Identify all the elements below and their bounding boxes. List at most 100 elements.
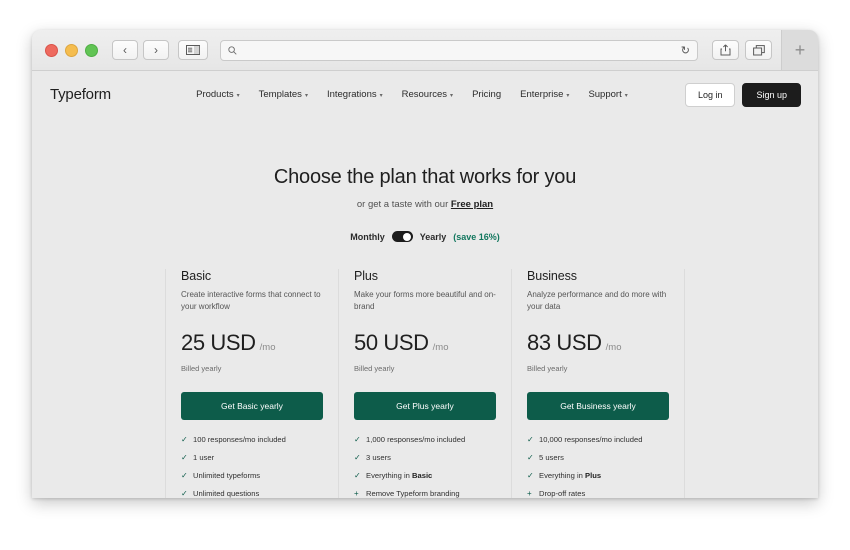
screenshot-root: ‹ › ↻ + Typeform Products ▾ Templates ▾ … [0, 0, 850, 550]
feature-text-bold: Basic [412, 471, 433, 481]
chevron-down-icon: ▾ [450, 93, 454, 99]
signup-button[interactable]: Sign up [742, 82, 801, 107]
plan-price: 50 USD [354, 330, 429, 356]
nav-item-enterprise[interactable]: Enterprise ▾ [520, 89, 569, 100]
feature-text: 100 responses/mo included [193, 435, 286, 445]
check-icon: ✓ [181, 471, 188, 481]
nav-label: Pricing [472, 89, 502, 100]
window-controls [45, 43, 98, 57]
plus-icon: + [354, 489, 359, 498]
plan-card-business: Business Analyze performance and do more… [512, 269, 685, 498]
navigation-buttons: ‹ › [112, 40, 169, 60]
plan-period: /mo [259, 342, 276, 354]
nav-item-resources[interactable]: Resources ▾ [402, 89, 453, 100]
feature-text: Everything in Plus [539, 471, 601, 480]
feature-text: Remove Typeform branding [366, 489, 460, 498]
plan-card-plus: Plus Make your forms more beautiful and … [339, 269, 512, 498]
feature-text: 1 user [193, 453, 215, 463]
plan-description: Create interactive forms that connect to… [181, 290, 321, 311]
nav-label: Products [196, 89, 234, 100]
plan-cta-button[interactable]: Get Plus yearly [354, 392, 496, 421]
list-item: ✓ Unlimited typeforms [181, 471, 323, 481]
list-item: ✓ 10,000 responses/mo included [527, 435, 669, 445]
plan-price-row: 50 USD /mo [354, 330, 496, 356]
plan-name: Plus [354, 269, 378, 283]
plan-cta-button[interactable]: Get Business yearly [527, 392, 669, 421]
sidebar-icon [186, 45, 200, 55]
check-icon: ✓ [527, 435, 534, 445]
pricing-plans: Basic Create interactive forms that conn… [32, 269, 818, 498]
plan-feature-list: ✓ 1,000 responses/mo included ✓ 3 users … [354, 435, 496, 498]
billing-toggle-switch[interactable] [391, 231, 413, 242]
toggle-knob [403, 232, 412, 241]
address-bar[interactable]: ↻ [220, 39, 698, 61]
nav-item-pricing[interactable]: Pricing [472, 89, 501, 100]
plus-icon: + [794, 39, 806, 60]
new-tab-button[interactable]: + [781, 30, 818, 70]
check-icon: ✓ [181, 435, 188, 445]
feature-text: Unlimited typeforms [193, 471, 261, 481]
plan-price-row: 25 USD /mo [181, 330, 323, 356]
sidebar-toggle-button[interactable] [178, 40, 208, 60]
list-item: ✓ 100 responses/mo included [181, 435, 323, 445]
tab-overview-icon [752, 44, 765, 55]
feature-text: 1,000 responses/mo included [366, 435, 466, 445]
tab-overview-button[interactable] [745, 40, 772, 60]
nav-label: Support [588, 89, 622, 100]
chevron-down-icon: ▾ [624, 93, 628, 99]
check-icon: ✓ [527, 453, 534, 463]
feature-text-bold: Plus [585, 471, 602, 481]
plan-cta-button[interactable]: Get Basic yearly [181, 392, 323, 421]
chevron-left-icon: ‹ [123, 43, 127, 57]
list-item: ✓ 1,000 responses/mo included [354, 435, 496, 445]
hero-subtitle-text: or get a taste with our [356, 199, 451, 210]
nav-item-templates[interactable]: Templates ▾ [259, 89, 308, 100]
minimize-window-button[interactable] [65, 43, 78, 57]
address-input[interactable] [243, 44, 681, 56]
plan-description: Analyze performance and do more with you… [527, 290, 667, 311]
nav-item-integrations[interactable]: Integrations ▾ [327, 89, 383, 100]
typeform-logo[interactable]: Typeform [50, 86, 111, 103]
share-icon [720, 44, 731, 56]
list-item: ✓ 5 users [527, 453, 669, 463]
page-content: Typeform Products ▾ Templates ▾ Integrat… [32, 71, 818, 498]
hero-subtitle: or get a taste with our Free plan [32, 199, 818, 210]
chevron-down-icon: ▾ [379, 93, 383, 99]
share-button[interactable] [712, 40, 739, 60]
chevron-down-icon: ▾ [566, 93, 570, 99]
plan-feature-list: ✓ 10,000 responses/mo included ✓ 5 users… [527, 435, 669, 498]
feature-text: 10,000 responses/mo included [539, 435, 643, 445]
free-plan-link[interactable]: Free plan [451, 199, 493, 210]
reload-icon[interactable]: ↻ [681, 44, 690, 57]
billing-yearly-label[interactable]: Yearly [420, 232, 447, 242]
plan-price: 83 USD [527, 330, 602, 356]
login-button[interactable]: Log in [684, 82, 736, 107]
feature-text: 5 users [539, 453, 564, 463]
list-item: ✓ Unlimited questions [181, 489, 323, 498]
plus-icon: + [527, 489, 532, 498]
list-item: ✓ Everything in Basic [354, 471, 496, 481]
feature-text: 3 users [366, 453, 391, 463]
list-item: + Remove Typeform branding [354, 489, 496, 498]
back-button[interactable]: ‹ [112, 40, 138, 60]
nav-item-products[interactable]: Products ▾ [196, 89, 240, 100]
list-item: ✓ 1 user [181, 453, 323, 463]
site-header: Typeform Products ▾ Templates ▾ Integrat… [32, 71, 818, 118]
search-icon [228, 45, 237, 55]
nav-item-support[interactable]: Support ▾ [588, 89, 627, 100]
chevron-down-icon: ▾ [304, 93, 308, 99]
browser-toolbar: ‹ › ↻ + [32, 30, 818, 71]
forward-button[interactable]: › [143, 40, 169, 60]
maximize-window-button[interactable] [85, 43, 98, 57]
nav-label: Integrations [326, 89, 377, 100]
check-icon: ✓ [181, 489, 188, 498]
list-item: + Drop-off rates [527, 489, 669, 498]
close-window-button[interactable] [45, 43, 58, 57]
nav-label: Templates [258, 89, 302, 100]
plan-price: 25 USD [181, 330, 256, 356]
site-navigation: Products ▾ Templates ▾ Integrations ▾ Re… [139, 89, 685, 100]
nav-label: Resources [401, 89, 448, 100]
auth-buttons: Log in Sign up [684, 82, 801, 107]
billing-monthly-label[interactable]: Monthly [350, 232, 385, 242]
feature-text-prefix: Everything in [366, 471, 413, 481]
